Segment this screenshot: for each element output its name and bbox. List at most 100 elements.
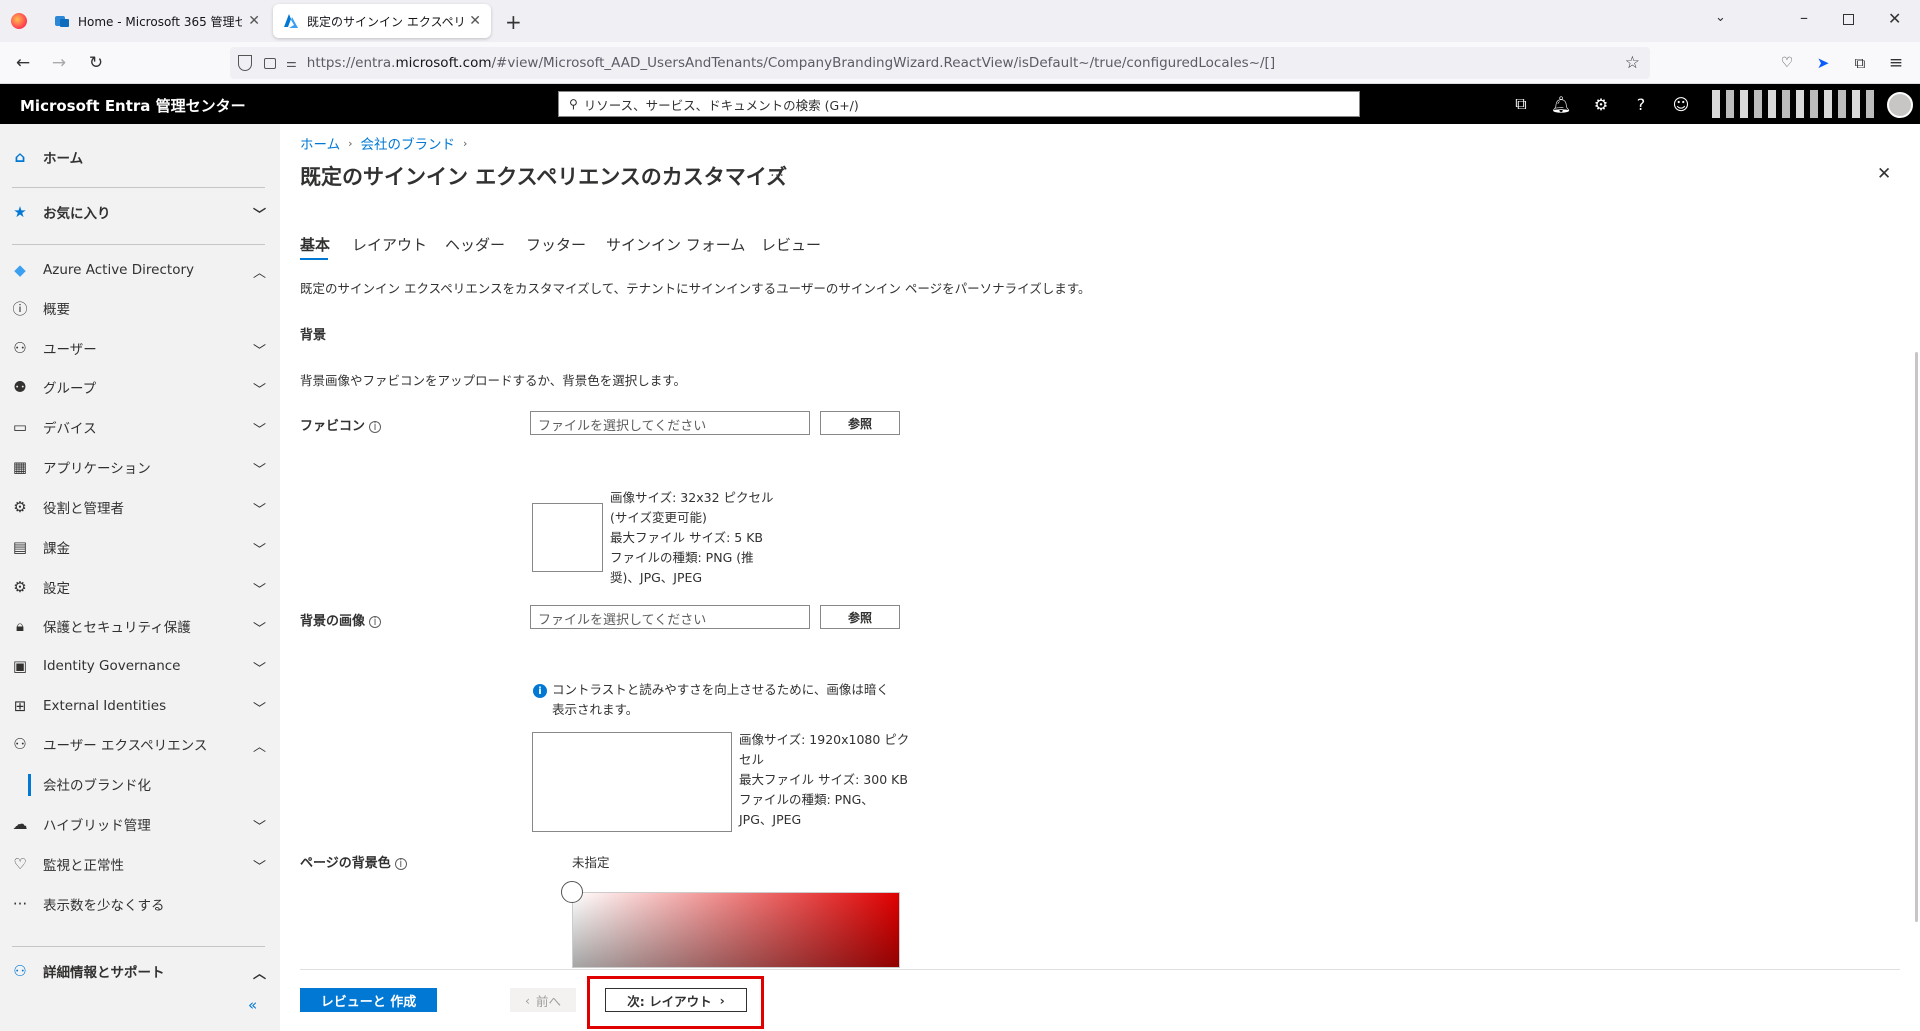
collapse-sidebar-icon[interactable]: « — [248, 996, 257, 1014]
sidebar-item-users[interactable]: ⚇ ユーザー ﹀ — [0, 328, 280, 368]
sidebar-item-applications[interactable]: ▦ アプリケーション ﹀ — [0, 447, 280, 487]
chevron-up-icon[interactable]: ︿ — [253, 963, 266, 982]
sidebar-item-show-less[interactable]: ··· 表示数を少なくする — [0, 884, 280, 924]
sidebar-item-home[interactable]: ⌂ ホーム — [0, 137, 280, 177]
sidebar-item-settings[interactable]: ⚙ 設定 ﹀ — [0, 567, 280, 607]
background-image-browse-button[interactable]: 参照 — [820, 605, 900, 629]
sidebar-item-external-identities[interactable]: ⊞ External Identities ﹀ — [0, 686, 280, 726]
sidebar-item-company-branding[interactable]: 会社のブランド化 — [0, 764, 280, 804]
sidebar-item-groups[interactable]: ⚉ グループ ﹀ — [0, 367, 280, 407]
menu-icon[interactable]: ≡ — [1885, 52, 1907, 74]
chevron-down-icon[interactable]: ﹀ — [253, 539, 266, 558]
extensions-icon[interactable]: ⧉ — [1849, 52, 1871, 74]
info-icon: ⓘ — [12, 299, 28, 318]
favicon-browse-button[interactable]: 参照 — [820, 411, 900, 435]
page-bg-color-value: 未指定 — [572, 855, 610, 870]
tab-signin-form[interactable]: サインイン フォーム — [606, 234, 745, 255]
vertical-scrollbar[interactable] — [1915, 352, 1918, 922]
feedback-icon[interactable]: ☺ — [1671, 94, 1691, 114]
breadcrumb-home[interactable]: ホーム — [300, 133, 340, 153]
feedback-panel-icon[interactable]: ⧉ — [1511, 94, 1531, 114]
chevron-down-icon[interactable]: ﹀ — [253, 658, 266, 677]
bookmark-star-icon[interactable]: ☆ — [1625, 53, 1640, 73]
info-icon[interactable]: i — [369, 615, 382, 628]
global-search-input[interactable]: ⚲ リソース、サービス、ドキュメントの検索 (G+/) — [558, 91, 1360, 117]
firefox-icon[interactable] — [11, 13, 27, 29]
notifications-bell-icon[interactable]: 🔔︎ — [1551, 94, 1571, 114]
tab-basics[interactable]: 基本 — [300, 234, 330, 255]
browser-tab-m365[interactable]: Home - Microsoft 365 管理セン ✕ — [44, 4, 270, 38]
sidebar-item-hybrid[interactable]: ☁ ハイブリッド管理 ﹀ — [0, 804, 280, 844]
chevron-up-icon[interactable]: ︿ — [253, 262, 266, 281]
chevron-up-icon[interactable]: ︿ — [253, 736, 266, 755]
sidebar-item-favorites[interactable]: ★ お気に入り ﹀ — [0, 192, 280, 232]
info-icon[interactable]: i — [394, 857, 407, 870]
portal-brand[interactable]: Microsoft Entra 管理センター — [20, 95, 246, 116]
back-icon[interactable]: ← — [12, 52, 34, 74]
chevron-down-icon[interactable]: ﹀ — [253, 499, 266, 518]
detail-line: セル — [739, 752, 765, 767]
sidebar-item-overview[interactable]: ⓘ 概要 — [0, 288, 280, 328]
chevron-down-icon[interactable]: ﹀ — [253, 204, 266, 223]
previous-button[interactable]: ‹ 前へ — [510, 988, 576, 1012]
sidebar-item-label: ホーム — [43, 151, 84, 167]
sidebar-item-devices[interactable]: ▭ デバイス ﹀ — [0, 407, 280, 447]
detail-line: ファイルの種類: PNG (推 — [610, 550, 754, 565]
chevron-down-icon[interactable]: ﹀ — [253, 816, 266, 835]
more-options-icon[interactable]: … — [770, 164, 784, 180]
info-icon[interactable]: i — [369, 420, 382, 433]
color-picker-saturation[interactable] — [572, 892, 900, 968]
chevron-down-icon[interactable]: ﹀ — [253, 698, 266, 717]
help-icon[interactable]: ? — [1631, 94, 1651, 114]
sidebar-item-azure-ad[interactable]: ◆ Azure Active Directory ︿ — [0, 250, 280, 290]
url-prefix: https://entra. — [306, 55, 396, 71]
forward-icon[interactable]: → — [48, 52, 70, 74]
tab-layout[interactable]: レイアウト — [352, 234, 427, 255]
sidebar-item-billing[interactable]: ▤ 課金 ﹀ — [0, 527, 280, 567]
sidebar-item-monitoring[interactable]: ♡ 監視と正常性 ﹀ — [0, 844, 280, 884]
close-tab-icon[interactable]: ✕ — [248, 13, 260, 29]
favicon-file-input[interactable]: ファイルを選択してください — [530, 411, 810, 435]
sidebar-item-identity-governance[interactable]: ▣ Identity Governance ﹀ — [0, 646, 280, 686]
restore-icon[interactable] — [1843, 14, 1854, 25]
chevron-down-icon[interactable]: ﹀ — [253, 618, 266, 637]
chevron-down-icon[interactable]: ﹀ — [253, 579, 266, 598]
shield-icon[interactable] — [238, 55, 252, 71]
sidebar-item-user-experience[interactable]: ⚇ ユーザー エクスペリエンス ︿ — [0, 724, 280, 764]
page-bg-color-label-text: ページの背景色 — [300, 856, 391, 871]
close-window-icon[interactable]: ✕ — [1888, 9, 1901, 28]
heart-icon: ♡ — [13, 855, 27, 873]
breadcrumb: ホーム › 会社のブランド › — [300, 133, 467, 154]
tab-header[interactable]: ヘッダー — [445, 234, 505, 255]
review-create-button[interactable]: レビューと 作成 — [300, 988, 437, 1012]
chevron-down-icon[interactable]: ﹀ — [253, 379, 266, 398]
next-layout-button[interactable]: 次: レイアウト › — [605, 988, 747, 1012]
lock-icon[interactable] — [264, 57, 276, 69]
pocket-icon[interactable]: ♡ — [1776, 52, 1798, 74]
permissions-icon[interactable]: ⚌ — [286, 56, 297, 70]
extension-arrow-icon[interactable]: ➤ — [1812, 52, 1834, 74]
chevron-down-icon[interactable]: ﹀ — [253, 459, 266, 478]
address-bar[interactable]: ⚌ https://entra.microsoft.com/#view/Micr… — [230, 47, 1650, 79]
list-tabs-icon[interactable]: ⌄ — [1715, 10, 1726, 25]
sidebar-item-roles[interactable]: ⚙ 役割と管理者 ﹀ — [0, 487, 280, 527]
minimize-icon[interactable]: – — [1800, 8, 1808, 27]
tab-review[interactable]: レビュー — [761, 234, 821, 255]
close-blade-icon[interactable]: ✕ — [1877, 164, 1891, 184]
sidebar-item-learn-support[interactable]: ⚇ 詳細情報とサポート ︿ — [0, 951, 280, 991]
color-picker-handle[interactable] — [561, 881, 583, 903]
close-tab-icon[interactable]: ✕ — [469, 13, 481, 29]
settings-gear-icon[interactable]: ⚙ — [1591, 94, 1611, 114]
account-info[interactable] — [1712, 90, 1877, 118]
chevron-down-icon[interactable]: ﹀ — [253, 856, 266, 875]
chevron-down-icon[interactable]: ﹀ — [253, 340, 266, 359]
sidebar-item-protection[interactable]: 🔒︎ 保護とセキュリティ保護 ﹀ — [0, 606, 280, 646]
reload-icon[interactable]: ↻ — [85, 52, 107, 74]
avatar[interactable] — [1887, 92, 1913, 118]
browser-tab-entra[interactable]: 既定のサインイン エクスペリエンスの ✕ — [273, 4, 491, 38]
background-image-file-input[interactable]: ファイルを選択してください — [530, 605, 810, 629]
breadcrumb-company-branding[interactable]: 会社のブランド — [361, 133, 456, 153]
new-tab-icon[interactable]: + — [505, 10, 522, 34]
tab-footer[interactable]: フッター — [526, 234, 586, 255]
chevron-down-icon[interactable]: ﹀ — [253, 419, 266, 438]
